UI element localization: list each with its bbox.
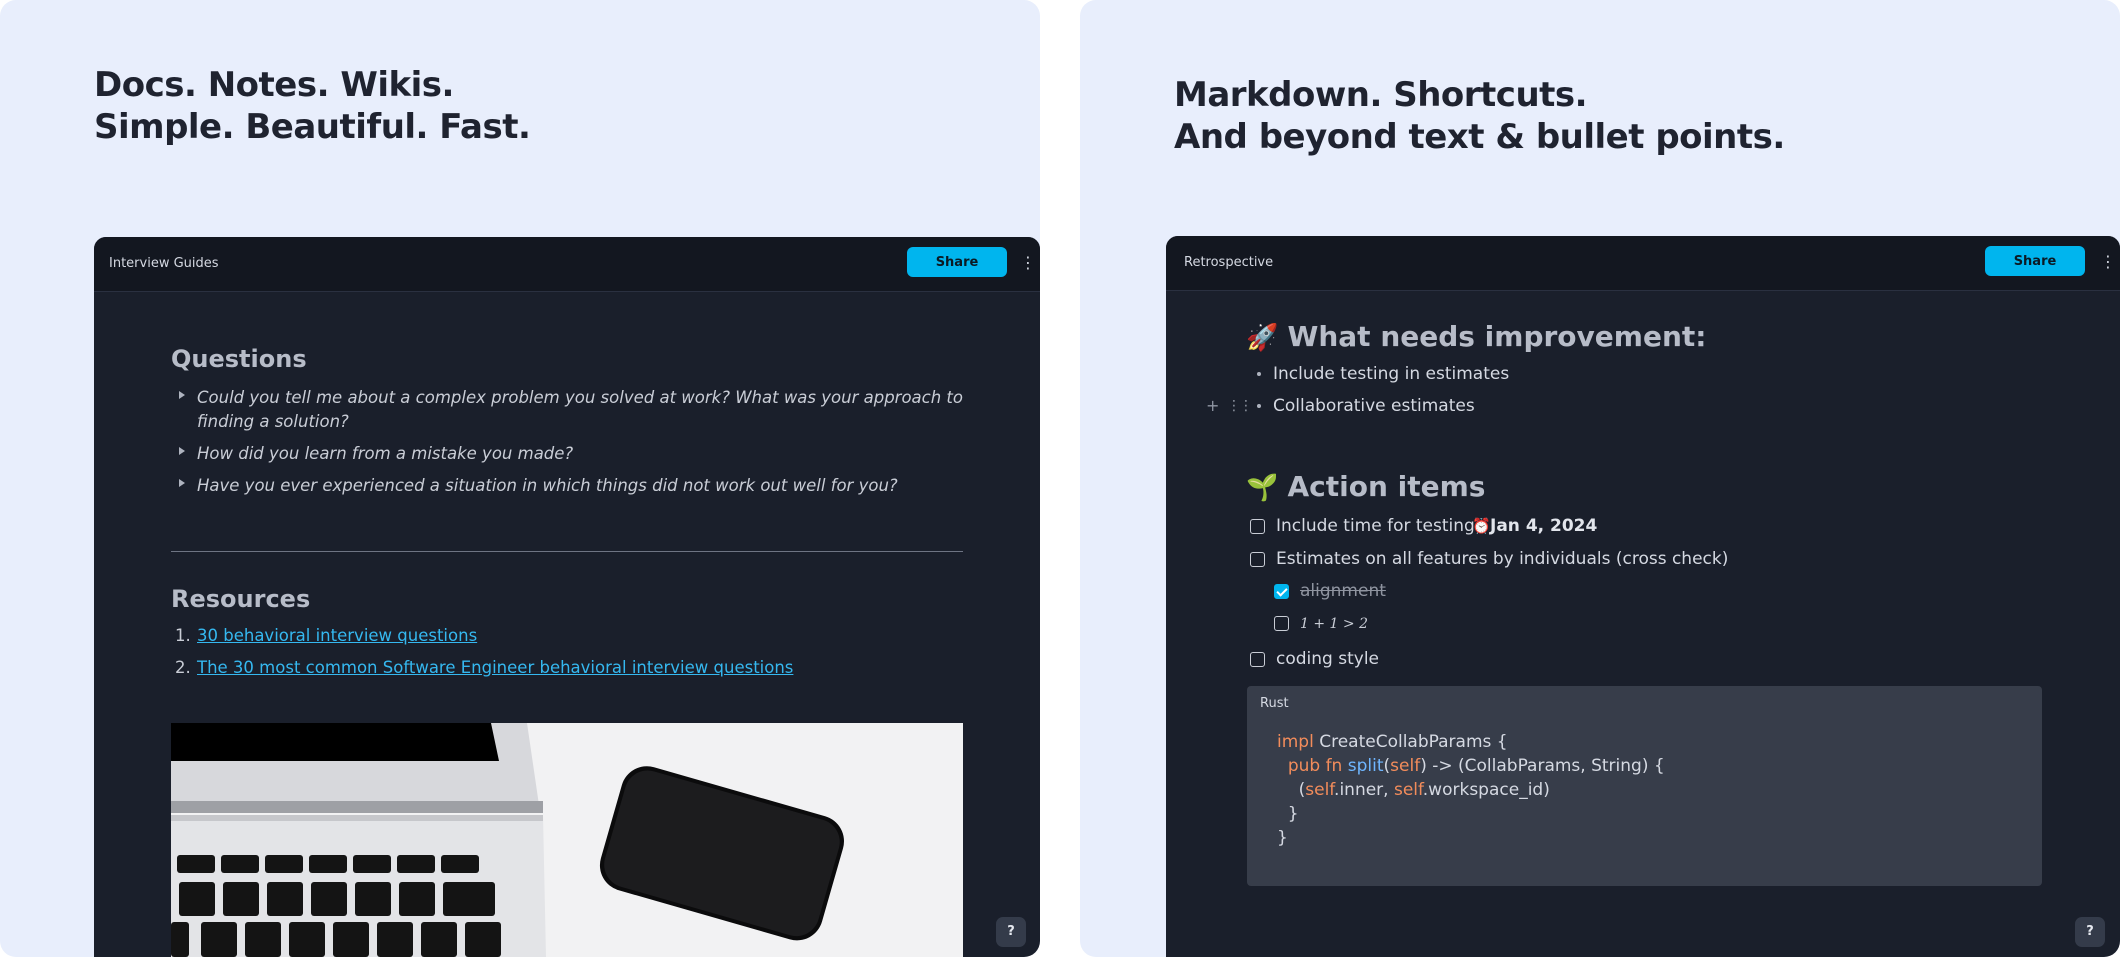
code-line: (self.inner, self.workspace_id) bbox=[1277, 780, 1550, 800]
left-headline-line-2: Simple. Beautiful. Fast. bbox=[94, 107, 531, 147]
code-line: } bbox=[1277, 804, 1299, 824]
resource-link[interactable]: The 30 most common Software Engineer beh… bbox=[197, 656, 793, 680]
action-heading-row: 🌱 Action items bbox=[1246, 470, 1485, 503]
action-items-heading: Action items bbox=[1287, 470, 1486, 503]
todo-checkbox[interactable] bbox=[1274, 616, 1289, 631]
bullet-dot-icon bbox=[1257, 372, 1261, 376]
document-title: Interview Guides bbox=[109, 256, 219, 271]
toggle-list-item[interactable]: Could you tell me about a complex proble… bbox=[171, 386, 971, 434]
bullet-text: Include testing in estimates bbox=[1273, 364, 1510, 384]
bullet-dot-icon bbox=[1257, 404, 1261, 408]
improvement-heading: What needs improvement: bbox=[1287, 320, 1707, 353]
document-title: Retrospective bbox=[1184, 255, 1274, 270]
rocket-icon: 🚀 bbox=[1246, 323, 1279, 353]
left-feature-panel: Docs. Notes. Wikis. Simple. Beautiful. F… bbox=[0, 0, 1040, 957]
todo-checkbox[interactable] bbox=[1250, 552, 1265, 567]
code-content[interactable]: impl CreateCollabParams { pub fn split(s… bbox=[1277, 730, 1665, 850]
right-feature-panel: Markdown. Shortcuts. And beyond text & b… bbox=[1080, 0, 2120, 957]
retrospective-window: Retrospective Share ⋮ 🚀 What needs impro… bbox=[1166, 236, 2120, 957]
help-button[interactable]: ? bbox=[996, 917, 1026, 947]
interview-guides-window: Interview Guides Share ⋮ Questions Could… bbox=[94, 237, 1040, 957]
question-text: Have you ever experienced a situation in… bbox=[197, 476, 898, 495]
resource-link[interactable]: 30 behavioral interview questions bbox=[197, 624, 477, 648]
list-number: 1. bbox=[175, 626, 191, 645]
math-equation[interactable]: 1 + 1 > 2 bbox=[1300, 612, 1368, 636]
bullet-text: Collaborative estimates bbox=[1273, 396, 1475, 416]
todo-checkbox[interactable] bbox=[1250, 519, 1265, 534]
toggle-caret-icon[interactable] bbox=[179, 447, 185, 455]
improvement-heading-row: 🚀 What needs improvement: bbox=[1246, 320, 1706, 353]
questions-heading: Questions bbox=[171, 345, 307, 373]
more-options-icon[interactable]: ⋮ bbox=[1020, 251, 1036, 275]
code-language-label[interactable]: Rust bbox=[1260, 696, 1289, 711]
code-line: } bbox=[1277, 828, 1288, 848]
question-text: How did you learn from a mistake you mad… bbox=[197, 444, 574, 463]
help-button[interactable]: ? bbox=[2075, 917, 2105, 947]
alarm-clock-icon: ⏰ bbox=[1472, 517, 1491, 535]
seedling-icon: 🌱 bbox=[1246, 473, 1279, 503]
right-headline: Markdown. Shortcuts. And beyond text & b… bbox=[1174, 74, 1785, 158]
code-line: pub fn split(self) -> (CollabParams, Str… bbox=[1287, 756, 1665, 776]
right-headline-line-1: Markdown. Shortcuts. bbox=[1174, 75, 1588, 115]
laptop-and-phone-image bbox=[171, 723, 963, 957]
add-block-icon[interactable]: + bbox=[1206, 394, 1219, 418]
list-number: 2. bbox=[175, 658, 191, 677]
question-text: Could you tell me about a complex proble… bbox=[197, 388, 963, 431]
todo-text[interactable]: Include time for testing bbox=[1276, 514, 1475, 538]
share-button[interactable]: Share bbox=[907, 247, 1007, 277]
laptop-and-phone-photo bbox=[171, 723, 963, 957]
toggle-list-item[interactable]: How did you learn from a mistake you mad… bbox=[171, 442, 971, 466]
toggle-caret-icon[interactable] bbox=[179, 391, 185, 399]
top-bar: Interview Guides Share ⋮ bbox=[94, 237, 1040, 292]
code-line: impl CreateCollabParams { bbox=[1277, 732, 1508, 752]
drag-handle-icon[interactable]: ⋮⋮ bbox=[1227, 394, 1253, 418]
resources-heading: Resources bbox=[171, 585, 311, 613]
more-options-icon[interactable]: ⋮ bbox=[2100, 250, 2116, 274]
toggle-caret-icon[interactable] bbox=[179, 479, 185, 487]
left-headline-line-1: Docs. Notes. Wikis. bbox=[94, 65, 454, 105]
todo-text[interactable]: coding style bbox=[1276, 647, 1379, 671]
divider bbox=[171, 551, 963, 552]
todo-checkbox-checked[interactable] bbox=[1274, 584, 1289, 599]
reminder-date[interactable]: Jan 4, 2024 bbox=[1490, 514, 1597, 538]
share-button[interactable]: Share bbox=[1985, 246, 2085, 276]
toggle-list-item[interactable]: Have you ever experienced a situation in… bbox=[171, 474, 971, 498]
top-bar: Retrospective Share ⋮ bbox=[1166, 236, 2120, 291]
todo-text[interactable]: Estimates on all features by individuals… bbox=[1276, 547, 1728, 571]
right-headline-line-2: And beyond text & bullet points. bbox=[1174, 117, 1785, 157]
todo-text[interactable]: alignment bbox=[1300, 579, 1386, 603]
code-block[interactable]: Rust impl CreateCollabParams { pub fn sp… bbox=[1247, 686, 2042, 886]
todo-checkbox[interactable] bbox=[1250, 652, 1265, 667]
left-headline: Docs. Notes. Wikis. Simple. Beautiful. F… bbox=[94, 64, 531, 148]
